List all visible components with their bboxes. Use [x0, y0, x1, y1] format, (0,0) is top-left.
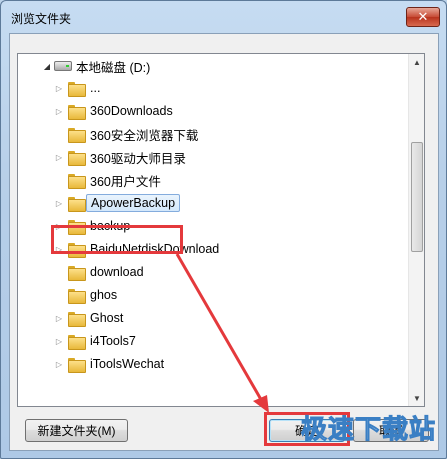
- tree-folder-label: ghos: [90, 288, 118, 302]
- expand-arrow-icon[interactable]: ▷: [54, 337, 64, 346]
- tree-folder-item[interactable]: ▷ ApowerBackup: [54, 193, 181, 213]
- tree-folder-item[interactable]: ▷ BaiduNetdiskDownload: [54, 239, 219, 259]
- scroll-down-icon[interactable]: ▼: [409, 390, 424, 406]
- folder-icon: [68, 357, 86, 373]
- folder-tree[interactable]: ◢ 本地磁盘 (D:) ▷... ▷ 360Downloads 360安全浏览器下载 ▷…: [17, 53, 425, 407]
- expand-arrow-icon[interactable]: ◢: [42, 62, 52, 71]
- folder-icon: [68, 104, 86, 120]
- tree-folder-item[interactable]: ▷ i4Tools7: [54, 331, 136, 351]
- close-icon: ✕: [417, 9, 429, 24]
- new-folder-button[interactable]: 新建文件夹(M): [25, 419, 128, 442]
- tree-folder-item[interactable]: ▷ iToolsWechat: [54, 354, 164, 374]
- folder-icon: [68, 150, 86, 166]
- expand-arrow-icon[interactable]: ▷: [54, 245, 64, 254]
- folder-icon: [68, 265, 86, 281]
- tree-folder-item[interactable]: ▷ backup: [54, 216, 130, 236]
- tree-folder-label: BaiduNetdiskDownload: [90, 242, 220, 256]
- tree-folder-label: ApowerBackup: [86, 194, 181, 212]
- tree-folder-item[interactable]: ▷ 360Downloads: [54, 101, 173, 121]
- tree-folder-item[interactable]: ghos: [54, 285, 117, 305]
- tree-folder-label: 360安全浏览器下载: [90, 128, 199, 143]
- watermark-logo: 极速下载站: [300, 415, 436, 446]
- folder-icon: [68, 311, 86, 327]
- folder-icon: [68, 81, 86, 97]
- tree-folder-item[interactable]: ▷ Ghost: [54, 308, 123, 328]
- tree-root-label: 本地磁盘 (D:): [76, 60, 151, 75]
- tree-folder-item[interactable]: ▷...: [54, 78, 100, 98]
- folder-icon: [68, 334, 86, 350]
- close-button[interactable]: ✕: [406, 7, 440, 27]
- folder-icon: [68, 219, 86, 235]
- tree-folder-label: 360驱动大师目录: [90, 151, 186, 166]
- tree-folder-item[interactable]: download: [54, 262, 144, 282]
- folder-icon: [68, 242, 86, 258]
- vertical-scrollbar[interactable]: ▲ ▼: [408, 54, 424, 406]
- folder-icon: [68, 288, 86, 304]
- tree-root-drive[interactable]: ◢ 本地磁盘 (D:): [42, 56, 150, 76]
- scroll-up-icon[interactable]: ▲: [409, 54, 424, 70]
- tree-folder-label: i4Tools7: [90, 334, 136, 348]
- scrollbar-thumb[interactable]: [411, 142, 423, 252]
- tree-folder-label: Ghost: [90, 311, 124, 325]
- tree-folder-label: iToolsWechat: [90, 357, 165, 371]
- expand-arrow-icon[interactable]: ▷: [54, 222, 64, 231]
- tree-folder-label: 360用户文件: [90, 174, 161, 189]
- tree-folder-label: ...: [90, 81, 101, 95]
- expand-arrow-icon[interactable]: ▷: [54, 199, 64, 208]
- tree-folder-label: download: [90, 265, 144, 279]
- tree-folder-label: backup: [90, 219, 131, 233]
- expand-arrow-icon[interactable]: ▷: [54, 360, 64, 369]
- tree-folder-label: 360Downloads: [90, 104, 173, 118]
- drive-icon: [54, 61, 72, 71]
- folder-icon: [68, 196, 86, 212]
- expand-arrow-icon[interactable]: ▷: [54, 84, 64, 93]
- tree-folder-item[interactable]: 360安全浏览器下载: [54, 124, 198, 144]
- tree-folder-item[interactable]: ▷ 360驱动大师目录: [54, 147, 186, 167]
- folder-icon: [68, 127, 86, 143]
- folder-icon: [68, 173, 86, 189]
- expand-arrow-icon[interactable]: ▷: [54, 153, 64, 162]
- expand-arrow-icon[interactable]: ▷: [54, 107, 64, 116]
- tree-folder-item[interactable]: 360用户文件: [54, 170, 161, 190]
- dialog-title: 浏览文件夹: [11, 12, 72, 26]
- browse-folder-dialog: 浏览文件夹 ✕ ◢ 本地磁盘 (D:) ▷... ▷ 360Downloads 360…: [0, 0, 447, 459]
- expand-arrow-icon[interactable]: ▷: [54, 314, 64, 323]
